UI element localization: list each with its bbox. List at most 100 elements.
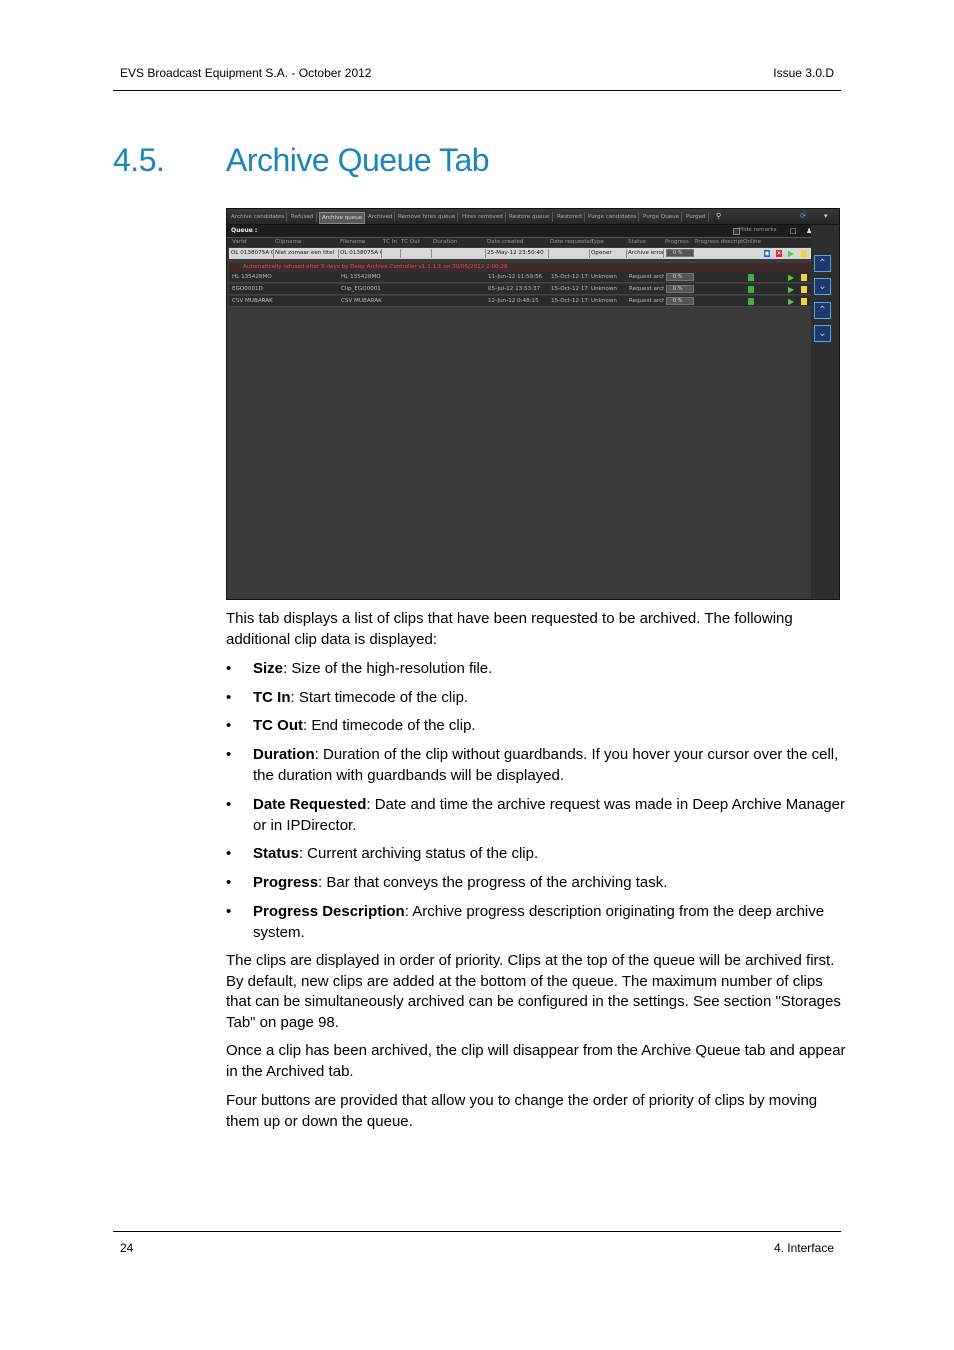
tab-archived[interactable]: Archived: [366, 212, 396, 222]
play-icon[interactable]: ▶: [788, 274, 794, 282]
section-heading: 4.5. Archive Queue Tab: [113, 142, 490, 179]
item-term: TC Out: [253, 717, 303, 734]
search-icon[interactable]: ⚲: [716, 212, 723, 220]
progress-bar: 0 %: [666, 297, 694, 305]
play-icon[interactable]: ▶: [788, 286, 794, 294]
item-term: Progress: [253, 874, 319, 891]
item-term: Status: [253, 845, 299, 862]
item-term: Date Requested: [253, 796, 367, 813]
cell-date-created: 25-May-12 23:50:40: [487, 249, 549, 258]
move-bottom-icon[interactable]: ⌄: [814, 325, 831, 342]
cell-tc-in: [383, 249, 401, 258]
table-row[interactable]: HL 135428MO HL 135428MO 11-Jun-12 11:59:…: [229, 272, 811, 283]
queue-label: Queue :: [231, 227, 258, 234]
item-term: Size: [253, 660, 284, 677]
cell-varid: CSV MUBARAK: [232, 298, 273, 304]
col-duration[interactable]: Duration: [433, 239, 457, 245]
online-icon: [748, 286, 754, 293]
buttons-paragraph: Four buttons are provided that allow you…: [226, 1092, 818, 1130]
tab-purged[interactable]: Purged: [684, 212, 709, 222]
tab-restored[interactable]: Restored: [555, 212, 585, 222]
cell-type: Unknown: [591, 274, 617, 280]
online-icon: [748, 298, 754, 305]
delete-icon[interactable]: ✕: [776, 250, 782, 257]
cell-date-requested: 15-Oct-12 17:: [551, 274, 589, 280]
cell-type: Unknown: [591, 298, 617, 304]
play-icon[interactable]: ▶: [788, 298, 794, 306]
col-progress-description[interactable]: Progress descript: [695, 239, 743, 245]
col-clipname[interactable]: Clipname: [275, 239, 301, 245]
move-up-icon[interactable]: ⌃: [814, 255, 831, 272]
tab-refused[interactable]: Refused: [289, 212, 317, 222]
tab-restore-queue[interactable]: Restore queue: [507, 212, 553, 222]
table-header: VarId Clipname Filename TC In TC Out Dur…: [227, 238, 811, 247]
table-row[interactable]: CSV MUBARAK CSV MUBARAK 12-Jun-12 0:48:1…: [229, 296, 811, 307]
archive-queue-screenshot: Archive candidates Refused Archive queue…: [226, 208, 840, 600]
progress-bar: 0 %: [666, 249, 694, 257]
col-varid[interactable]: VarId: [232, 239, 246, 245]
col-date-requested[interactable]: Date requested: [550, 239, 593, 245]
cell-filename: HL 135428MO: [341, 274, 381, 280]
item-desc: : Bar that conveys the progress of the a…: [318, 874, 668, 891]
col-status[interactable]: Status: [628, 239, 646, 245]
cell-date-created: 12-Jun-12 0:48:15: [488, 298, 539, 304]
item-desc: : Current archiving status of the clip.: [298, 845, 539, 862]
col-tc-out[interactable]: TC Out: [401, 239, 420, 245]
cell-filename: OL 0138075A 0: [340, 249, 382, 258]
item-term: Duration: [253, 746, 315, 763]
tab-bar: Archive candidates Refused Archive queue…: [227, 209, 839, 225]
col-tc-in[interactable]: TC In: [383, 239, 397, 245]
progress-bar: 0 %: [666, 285, 694, 293]
tab-purge-candidates[interactable]: Purge candidates: [586, 212, 640, 222]
note-icon[interactable]: [801, 250, 807, 257]
item-desc: : Size of the high-resolution file.: [283, 660, 493, 677]
cell-duration: [433, 249, 486, 258]
header-issue: Issue 3.0.D: [773, 66, 834, 80]
priority-paragraph: The clips are displayed in order of prio…: [226, 952, 841, 1031]
col-date-created[interactable]: Date created: [487, 239, 523, 245]
document-icon[interactable]: □: [790, 227, 797, 235]
col-type[interactable]: Type: [591, 239, 604, 245]
online-icon: [748, 274, 754, 281]
cell-status: Request arch: [629, 274, 664, 280]
page-number: 24: [120, 1241, 134, 1255]
table-row[interactable]: EGO0001D Clip_EGO0001D 05-Jul-12 13:53:3…: [229, 284, 811, 295]
online-icon[interactable]: ◉: [764, 250, 770, 257]
tab-remove-hires-queue[interactable]: Remove hires queue: [396, 212, 459, 222]
archived-paragraph: Once a clip has been archived, the clip …: [226, 1042, 846, 1080]
footer-chapter: 4. Interface: [773, 1241, 834, 1255]
col-online[interactable]: Online: [743, 239, 761, 245]
tab-hires-removed[interactable]: Hires removed: [460, 212, 506, 222]
page-header: EVS Broadcast Equipment S.A. - October 2…: [113, 66, 841, 91]
tab-archive-candidates[interactable]: Archive candidates: [229, 212, 288, 222]
cell-date-created: 11-Jun-12 11:59:56: [488, 274, 543, 280]
cell-varid: EGO0001D: [232, 286, 263, 292]
remark-text: Automatically refused after 5 days by De…: [243, 264, 508, 270]
item-desc: : Duration of the clip without guardband…: [253, 746, 839, 784]
chevron-down-icon[interactable]: ▾: [824, 212, 831, 220]
tab-archive-queue[interactable]: Archive queue: [319, 212, 366, 224]
item-desc: : Start timecode of the clip.: [290, 689, 469, 706]
col-progress[interactable]: Progress: [665, 239, 689, 245]
intro-paragraph: This tab displays a list of clips that h…: [226, 610, 793, 648]
refresh-icon[interactable]: ⟳: [800, 212, 807, 220]
move-top-icon[interactable]: ⌃: [814, 302, 831, 319]
note-icon[interactable]: [801, 298, 807, 305]
col-filename[interactable]: Filename: [340, 239, 365, 245]
move-down-icon[interactable]: ⌄: [814, 278, 831, 295]
note-icon[interactable]: [801, 286, 807, 293]
table-row[interactable]: OL 0138075A 0 Niet zomaar een titel OL 0…: [229, 248, 811, 259]
cell-date-requested: 15-Oct-12 17:: [551, 286, 589, 292]
tab-purge-queue[interactable]: Purge Queue: [641, 212, 683, 222]
queue-bar: Queue : Hide remarks □ ♟: [227, 225, 812, 238]
item-term: Progress Description: [253, 903, 405, 920]
note-icon[interactable]: [801, 274, 807, 281]
header-company: EVS Broadcast Equipment S.A. - October 2…: [120, 66, 372, 80]
cell-date-created: 05-Jul-12 13:53:37: [488, 286, 541, 292]
section-title: Archive Queue Tab: [226, 142, 490, 178]
play-icon[interactable]: ▶: [788, 250, 794, 258]
hide-remarks-label: Hide remarks: [739, 227, 777, 233]
priority-buttons: ⌃ ⌄ ⌃ ⌄: [811, 225, 839, 599]
row-remark: Automatically refused after 5 days by De…: [229, 263, 811, 272]
cell-type: Unknown: [591, 286, 617, 292]
